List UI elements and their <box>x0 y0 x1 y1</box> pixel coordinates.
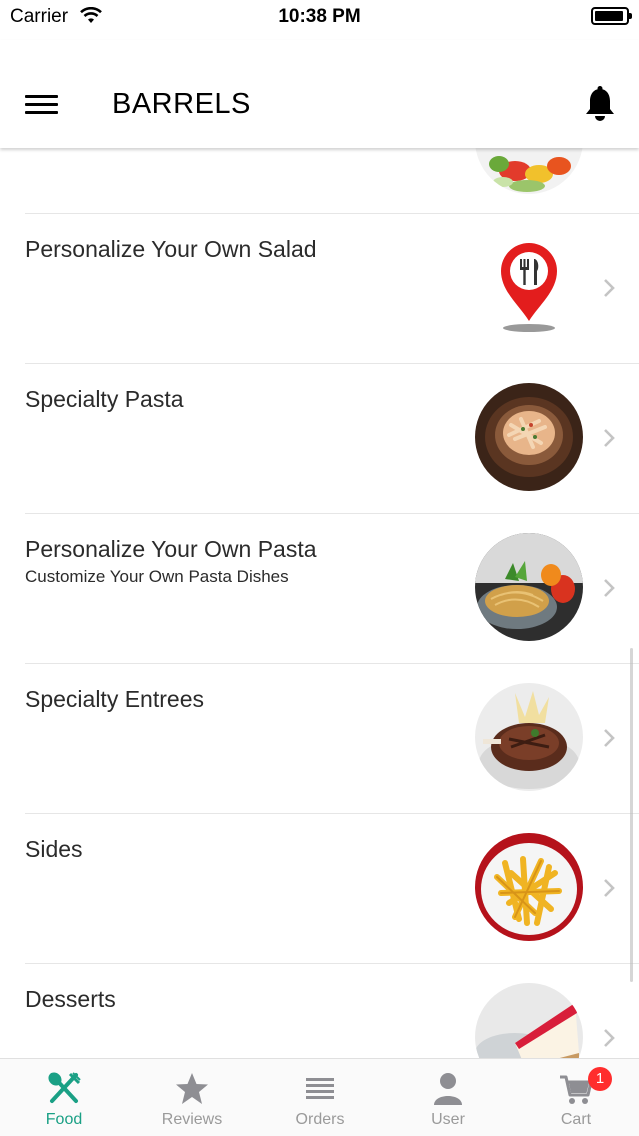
category-title: Desserts <box>25 986 116 1012</box>
spaghetti-bowl-photo <box>475 533 583 641</box>
category-subtitle: Customize Your Own Pasta Dishes <box>25 567 289 586</box>
list-item[interactable]: Specialty Pasta <box>0 363 639 513</box>
status-bar: Carrier 10:38 PM <box>0 0 639 40</box>
map-pin-utensils-icon <box>475 233 583 341</box>
hamburger-menu-icon[interactable] <box>25 92 58 116</box>
french-fries-photo <box>475 833 583 941</box>
list-item[interactable]: Desserts <box>0 963 639 1058</box>
pasta-dish-photo <box>475 383 583 491</box>
category-title: Personalize Your Own Pasta <box>25 536 317 562</box>
chevron-right-icon <box>604 879 615 897</box>
tab-cart[interactable]: 1 Cart <box>512 1059 639 1136</box>
tab-bar: Food Reviews Orders User 1 Cart <box>0 1058 639 1136</box>
tab-label: Reviews <box>161 1111 223 1128</box>
row-divider <box>25 363 639 364</box>
salad-photo-partial <box>475 148 583 194</box>
tab-food[interactable]: Food <box>0 1059 128 1136</box>
row-divider <box>25 663 639 664</box>
star-icon <box>176 1073 208 1104</box>
navigation-bar: BARRELS <box>0 40 639 148</box>
category-title: Specialty Entrees <box>25 686 204 712</box>
chevron-right-icon <box>604 1029 615 1047</box>
row-divider <box>25 963 639 964</box>
scrollbar[interactable] <box>630 648 633 982</box>
tab-reviews[interactable]: Reviews <box>128 1059 256 1136</box>
list-lines-icon <box>306 1078 334 1099</box>
chevron-right-icon <box>604 729 615 747</box>
fork-spoon-icon <box>48 1072 81 1103</box>
status-time: 10:38 PM <box>278 6 361 27</box>
tab-label: Food <box>45 1111 83 1128</box>
cart-count-badge: 1 <box>588 1067 612 1091</box>
tab-user[interactable]: User <box>384 1059 512 1136</box>
list-item[interactable]: Specialty Entrees <box>0 663 639 813</box>
chevron-right-icon <box>604 579 615 597</box>
battery-icon <box>591 7 632 25</box>
row-divider <box>25 513 639 514</box>
user-icon <box>434 1073 462 1105</box>
cheesecake-photo <box>475 983 583 1058</box>
list-item[interactable]: Personalize Your Own Pasta Customize You… <box>0 513 639 663</box>
chevron-right-icon <box>604 279 615 297</box>
category-title: Personalize Your Own Salad <box>25 236 317 262</box>
chevron-right-icon <box>604 429 615 447</box>
page-title: BARRELS <box>112 88 251 120</box>
category-title: Specialty Pasta <box>25 386 184 412</box>
tab-label: Orders <box>295 1111 345 1128</box>
row-divider <box>25 213 639 214</box>
list-item[interactable]: Sides <box>0 813 639 963</box>
list-item[interactable]: Personalize Your Own Salad <box>0 213 639 363</box>
tab-orders[interactable]: Orders <box>256 1059 384 1136</box>
tab-label: User <box>431 1111 465 1128</box>
category-title: Sides <box>25 836 83 862</box>
steak-photo <box>475 683 583 791</box>
tab-label: Cart <box>560 1111 592 1128</box>
row-divider <box>25 813 639 814</box>
bell-icon[interactable] <box>584 86 616 122</box>
menu-category-list[interactable]: Personalize Your Own Salad Specialty Pas… <box>0 148 639 1058</box>
